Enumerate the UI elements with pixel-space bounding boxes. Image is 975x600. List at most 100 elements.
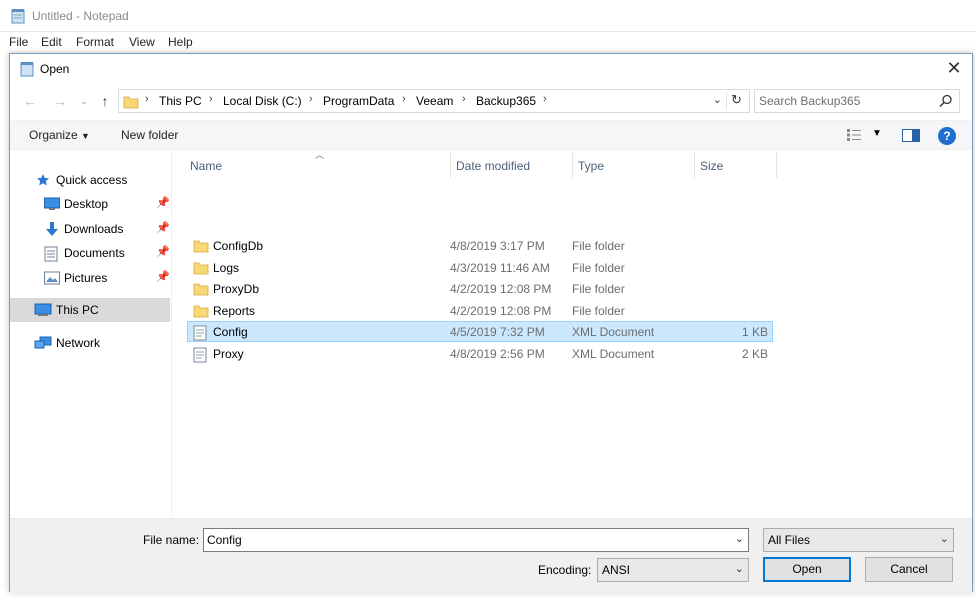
table-row[interactable]: ConfigDb 4/8/2019 3:17 PM File folder xyxy=(187,235,773,256)
pin-icon[interactable]: 📌 xyxy=(156,270,170,283)
close-icon[interactable]: ✕ xyxy=(942,57,966,81)
notepad-icon xyxy=(20,62,34,77)
up-arrow-icon[interactable]: ↑ xyxy=(95,91,115,111)
view-options-icon[interactable] xyxy=(846,128,862,142)
file-type-select[interactable]: All Files ⌄ xyxy=(763,528,954,552)
menu-edit[interactable]: Edit xyxy=(41,35,62,49)
breadcrumb-local-disk[interactable]: Local Disk (C:) xyxy=(223,94,302,108)
pictures-icon xyxy=(44,271,60,285)
notepad-icon xyxy=(11,9,25,24)
dialog-footer: File name: ⌄ All Files ⌄ Encoding: ANSI … xyxy=(10,518,972,593)
column-label: Size xyxy=(700,159,724,173)
chevron-right-icon[interactable]: › xyxy=(402,93,406,105)
table-row-selected[interactable]: Config 4/5/2019 7:32 PM XML Document 1 K… xyxy=(187,321,773,342)
chevron-right-icon[interactable]: › xyxy=(309,93,313,105)
file-date: 4/2/2019 12:08 PM xyxy=(450,304,552,318)
caret-down-icon: ▼ xyxy=(81,131,90,141)
folder-icon xyxy=(193,262,209,275)
pin-icon[interactable]: 📌 xyxy=(156,245,170,258)
navigation-pane: Quick access Desktop 📌 Downloads 📌 Docum… xyxy=(10,151,172,518)
back-arrow-icon[interactable]: ← xyxy=(20,91,40,111)
chevron-right-icon[interactable]: › xyxy=(543,93,547,105)
refresh-icon[interactable]: ↻ xyxy=(726,92,746,110)
nav-item-downloads[interactable]: Downloads 📌 xyxy=(10,217,170,241)
table-row[interactable]: Reports 4/2/2019 12:08 PM File folder xyxy=(187,300,773,321)
dialog-titlebar: Open ✕ xyxy=(10,54,972,84)
file-type: File folder xyxy=(572,282,625,296)
column-header-type[interactable]: Type xyxy=(572,151,694,178)
pin-icon[interactable]: 📌 xyxy=(156,196,170,209)
menu-view[interactable]: View xyxy=(129,35,155,49)
nav-item-this-pc[interactable]: This PC xyxy=(10,298,170,322)
desktop-icon xyxy=(44,197,60,210)
file-name: ProxyDb xyxy=(213,282,260,296)
breadcrumb-veeam[interactable]: Veeam xyxy=(416,94,453,108)
help-icon[interactable]: ? xyxy=(938,127,956,145)
command-bar: Organize ▼ New folder ▼ ? xyxy=(10,120,972,150)
nav-item-documents[interactable]: Documents 📌 xyxy=(10,241,170,265)
notepad-titlebar: Untitled - Notepad xyxy=(0,0,975,32)
nav-item-network[interactable]: Network xyxy=(10,331,170,355)
nav-item-label: Quick access xyxy=(56,173,128,187)
search-box[interactable] xyxy=(754,89,960,113)
folder-icon xyxy=(193,240,209,253)
search-icon[interactable] xyxy=(939,94,953,108)
recent-locations-icon[interactable]: ⌄ xyxy=(74,91,94,111)
table-row[interactable]: Proxy 4/8/2019 2:56 PM XML Document 2 KB xyxy=(187,343,773,364)
column-divider[interactable] xyxy=(776,151,777,178)
xml-file-icon xyxy=(193,325,207,341)
caret-down-icon[interactable]: ▼ xyxy=(872,128,882,139)
notepad-menubar: File Edit Format View Help xyxy=(0,32,975,52)
chevron-right-icon[interactable]: › xyxy=(209,93,213,105)
open-button[interactable]: Open xyxy=(763,557,851,582)
chevron-right-icon[interactable]: › xyxy=(145,93,149,105)
folder-icon xyxy=(193,305,209,318)
breadcrumb-programdata[interactable]: ProgramData xyxy=(323,94,394,108)
nav-item-label: This PC xyxy=(56,303,99,317)
column-header-date-modified[interactable]: Date modified xyxy=(450,151,572,178)
nav-item-pictures[interactable]: Pictures 📌 xyxy=(10,266,170,290)
nav-item-desktop[interactable]: Desktop 📌 xyxy=(10,192,170,216)
forward-arrow-icon[interactable]: → xyxy=(50,91,70,111)
computer-icon xyxy=(34,303,52,316)
chevron-down-icon[interactable]: ⌄ xyxy=(713,93,722,106)
column-header-name[interactable]: ︿ Name xyxy=(184,150,448,178)
new-folder-button[interactable]: New folder xyxy=(121,128,178,142)
menu-file[interactable]: File xyxy=(9,35,28,49)
table-row[interactable]: ProxyDb 4/2/2019 12:08 PM File folder xyxy=(187,278,773,299)
nav-item-label: Documents xyxy=(64,246,125,260)
file-type-value: All Files xyxy=(768,533,811,547)
menu-help[interactable]: Help xyxy=(168,35,193,49)
cancel-button[interactable]: Cancel xyxy=(865,557,953,582)
file-name: Config xyxy=(213,325,248,339)
encoding-label: Encoding: xyxy=(538,563,592,577)
column-header-size[interactable]: Size xyxy=(694,151,776,178)
file-name: Reports xyxy=(213,304,256,318)
star-icon xyxy=(37,174,49,186)
nav-item-quick-access[interactable]: Quick access xyxy=(10,168,170,192)
file-name: Logs xyxy=(213,261,240,275)
nav-item-label: Downloads xyxy=(64,222,124,236)
pin-icon[interactable]: 📌 xyxy=(156,221,170,234)
encoding-select[interactable]: ANSI ⌄ xyxy=(597,558,749,582)
column-label: Date modified xyxy=(456,159,531,173)
address-bar[interactable]: › This PC › Local Disk (C:) › ProgramDat… xyxy=(118,89,750,113)
file-date: 4/5/2019 7:32 PM xyxy=(450,325,545,339)
file-name-input[interactable] xyxy=(207,532,717,548)
table-row[interactable]: Logs 4/3/2019 11:46 AM File folder xyxy=(187,257,773,278)
organize-label: Organize xyxy=(29,128,78,142)
downloads-icon xyxy=(46,222,58,236)
breadcrumb-this-pc[interactable]: This PC xyxy=(159,94,202,108)
chevron-right-icon[interactable]: › xyxy=(462,93,466,105)
chevron-down-icon[interactable]: ⌄ xyxy=(735,532,744,545)
file-type: File folder xyxy=(572,261,625,275)
breadcrumb-backup365[interactable]: Backup365 xyxy=(476,94,536,108)
preview-pane-icon[interactable] xyxy=(902,129,920,142)
search-input[interactable] xyxy=(759,93,929,109)
file-name-combobox[interactable]: ⌄ xyxy=(203,528,749,552)
nav-item-label: Network xyxy=(56,336,101,350)
menu-format[interactable]: Format xyxy=(76,35,114,49)
organize-button[interactable]: Organize ▼ xyxy=(29,128,90,142)
folder-icon xyxy=(123,96,139,109)
file-type: XML Document xyxy=(572,347,655,361)
